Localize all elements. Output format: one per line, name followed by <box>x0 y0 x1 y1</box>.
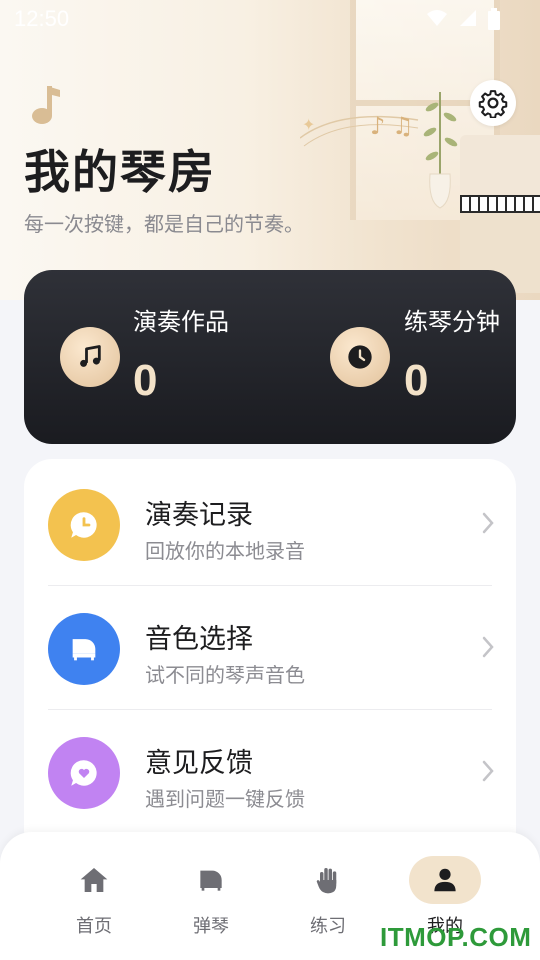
nav-label: 首页 <box>76 916 112 937</box>
nav-label: 练习 <box>310 916 346 937</box>
menu-item-recordings[interactable]: 演奏记录 回放你的本地录音 <box>24 459 516 583</box>
stat-works-icon-circle <box>60 327 120 387</box>
menu-item-desc: 遇到问题一键反馈 <box>145 787 305 811</box>
recordings-icon-circle <box>48 489 120 561</box>
wifi-icon <box>427 10 447 26</box>
status-time: 12:50 <box>14 6 70 31</box>
menu-item-tone-select[interactable]: 音色选择 试不同的琴声音色 <box>24 583 516 707</box>
home-icon <box>80 868 108 892</box>
stat-minutes-value: 0 <box>404 356 429 405</box>
nav-icon-wrap <box>58 856 130 904</box>
menu-item-title: 意见反馈 <box>145 748 253 779</box>
nav-icon-wrap <box>175 856 247 904</box>
stat-minutes-label: 练琴分钟 <box>404 308 500 336</box>
stat-minutes-icon-circle <box>330 327 390 387</box>
gear-icon <box>478 90 508 118</box>
stat-works: 演奏作品 0 <box>24 270 270 444</box>
clock-icon <box>348 345 372 369</box>
person-icon <box>434 868 456 892</box>
menu-item-title: 演奏记录 <box>145 500 253 531</box>
nav-item-play[interactable]: 弹琴 <box>151 832 271 960</box>
recording-clock-icon <box>70 512 97 538</box>
nav-item-practice[interactable]: 练习 <box>268 832 388 960</box>
nav-icon-wrap-active <box>409 856 481 904</box>
battery-icon <box>488 8 500 30</box>
music-note-icon <box>80 345 101 367</box>
feedback-icon-circle <box>48 737 120 809</box>
nav-icon-wrap <box>292 856 364 904</box>
feedback-heart-icon <box>70 760 97 786</box>
nav-item-home[interactable]: 首页 <box>34 832 154 960</box>
status-bar: 12:50 <box>0 0 540 38</box>
piano-icon <box>72 639 96 661</box>
stats-card: 演奏作品 0 练琴分钟 0 <box>24 270 516 444</box>
page-title: 我的琴房 <box>24 145 216 199</box>
menu-item-desc: 试不同的琴声音色 <box>145 663 305 687</box>
chevron-right-icon <box>482 636 494 658</box>
hand-icon <box>316 868 337 894</box>
svg-text:♪: ♪ <box>370 112 385 140</box>
nav-label: 弹琴 <box>193 916 229 937</box>
menu-card: 演奏记录 回放你的本地录音 音色选择 试不同的琴声音色 意见反馈 遇到问题一键反… <box>24 459 516 859</box>
piano-icon <box>200 870 222 891</box>
menu-item-desc: 回放你的本地录音 <box>145 539 305 563</box>
music-note-icon <box>32 86 60 124</box>
watermark: ITMOP.COM <box>380 922 532 952</box>
signal-icon <box>460 10 476 26</box>
chevron-right-icon <box>482 512 494 534</box>
menu-item-feedback[interactable]: 意见反馈 遇到问题一键反馈 <box>24 707 516 831</box>
menu-item-title: 音色选择 <box>145 624 253 655</box>
tone-icon-circle <box>48 613 120 685</box>
stat-minutes: 练琴分钟 0 <box>270 270 516 444</box>
music-notes-decoration: ✦ ♪ ♫ <box>300 112 419 147</box>
chevron-right-icon <box>482 760 494 782</box>
stat-works-value: 0 <box>133 356 158 405</box>
svg-text:✦: ✦ <box>302 115 315 134</box>
stat-works-label: 演奏作品 <box>133 308 229 336</box>
settings-button[interactable] <box>470 80 516 126</box>
page-subtitle: 每一次按键，都是自己的节奏。 <box>24 212 304 236</box>
